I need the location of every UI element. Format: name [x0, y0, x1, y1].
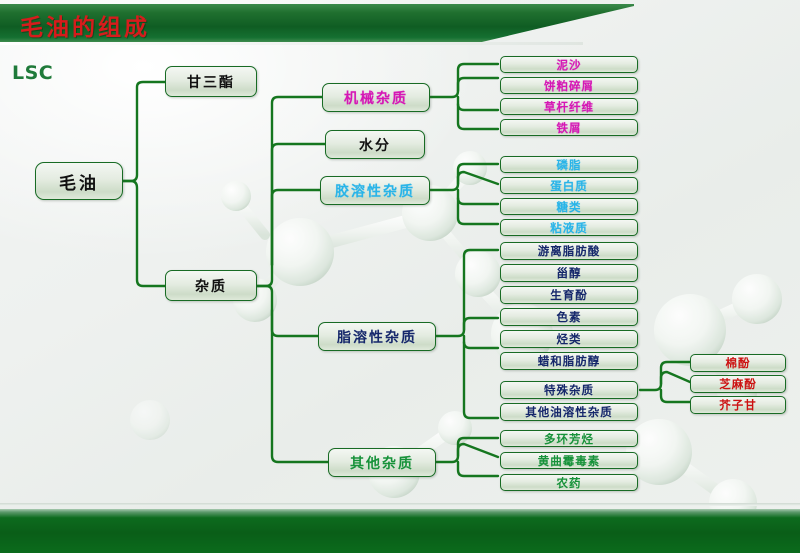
node-label: 游离脂肪酸	[537, 244, 601, 258]
title-band-underline	[0, 42, 583, 45]
leaf-special-0[interactable]: 棉酚	[690, 354, 786, 372]
node-label: 色素	[556, 310, 582, 324]
node-label: 甘三酯	[187, 74, 235, 91]
footer-band	[0, 509, 800, 553]
node-label: 其他杂质	[350, 455, 414, 472]
node-label: 蛋白质	[550, 178, 588, 193]
node-label: 其他油溶性杂质	[525, 405, 613, 419]
node-label: 生育酚	[550, 288, 588, 302]
node-label: 杂质	[195, 278, 227, 295]
node-label: 黄曲霉毒素	[537, 453, 601, 468]
node-label: 糖类	[556, 199, 582, 214]
leaf-liposoluble-3[interactable]: 色素	[500, 308, 638, 326]
leaf-liposoluble-7[interactable]: 其他油溶性杂质	[500, 403, 638, 421]
leaf-mechanical-1[interactable]: 饼粕碎屑	[500, 77, 638, 94]
node-level2-liposoluble-impurity[interactable]: 脂溶性杂质	[318, 322, 436, 351]
leaf-liposoluble-2[interactable]: 生育酚	[500, 286, 638, 304]
leaf-liposoluble-0[interactable]: 游离脂肪酸	[500, 242, 638, 260]
node-label: 甾醇	[556, 266, 582, 280]
node-label: 蜡和脂肪醇	[537, 354, 601, 368]
node-label: 特殊杂质	[544, 383, 594, 397]
leaf-special-2[interactable]: 芥子甘	[690, 396, 786, 414]
node-level2-mechanical-impurity[interactable]: 机械杂质	[322, 83, 430, 112]
leaf-colloidal-0[interactable]: 磷脂	[500, 156, 638, 173]
leaf-special-1[interactable]: 芝麻酚	[690, 375, 786, 393]
node-label: 铁屑	[556, 120, 582, 135]
node-level2-moisture[interactable]: 水分	[325, 130, 425, 159]
node-label: 毛油	[59, 173, 99, 194]
node-root-crude-oil[interactable]: 毛油	[35, 162, 123, 200]
footer-hairline	[0, 503, 800, 506]
node-label: 泥沙	[556, 57, 582, 72]
node-label: 脂溶性杂质	[337, 329, 417, 346]
leaf-other-1[interactable]: 黄曲霉毒素	[500, 452, 638, 469]
node-label: 芝麻酚	[719, 377, 757, 391]
node-label: 棉酚	[725, 356, 751, 370]
leaf-liposoluble-6[interactable]: 特殊杂质	[500, 381, 638, 399]
leaf-mechanical-2[interactable]: 草杆纤维	[500, 98, 638, 115]
leaf-liposoluble-5[interactable]: 蜡和脂肪醇	[500, 352, 638, 370]
node-label: 多环芳烃	[544, 431, 594, 446]
page-title: 毛油的组成	[20, 14, 150, 41]
node-level1-triglyceride[interactable]: 甘三酯	[165, 66, 257, 97]
leaf-liposoluble-4[interactable]: 烃类	[500, 330, 638, 348]
leaf-colloidal-2[interactable]: 糖类	[500, 198, 638, 215]
node-label: 农药	[556, 475, 582, 490]
node-level1-impurity[interactable]: 杂质	[165, 270, 257, 301]
leaf-mechanical-0[interactable]: 泥沙	[500, 56, 638, 73]
slide-canvas: 毛油的组成 LSC 毛油 甘三酯 杂质 机械杂质 水分 胶溶性杂质 脂溶性杂质 …	[0, 0, 800, 553]
node-label: 磷脂	[556, 157, 582, 172]
lsc-logo: LSC	[12, 62, 54, 84]
leaf-mechanical-3[interactable]: 铁屑	[500, 119, 638, 136]
node-label: 烃类	[556, 332, 582, 346]
leaf-liposoluble-1[interactable]: 甾醇	[500, 264, 638, 282]
leaf-colloidal-3[interactable]: 粘液质	[500, 219, 638, 236]
node-level2-colloidal-impurity[interactable]: 胶溶性杂质	[320, 176, 430, 205]
node-label: 胶溶性杂质	[335, 183, 415, 200]
leaf-other-2[interactable]: 农药	[500, 474, 638, 491]
leaf-colloidal-1[interactable]: 蛋白质	[500, 177, 638, 194]
node-label: 芥子甘	[719, 398, 757, 412]
node-label: 饼粕碎屑	[544, 78, 594, 93]
node-label: 粘液质	[550, 220, 588, 235]
node-label: 水分	[359, 137, 391, 154]
node-label: 草杆纤维	[544, 99, 594, 114]
node-level2-other-impurity[interactable]: 其他杂质	[328, 448, 436, 477]
node-label: 机械杂质	[344, 90, 408, 107]
leaf-other-0[interactable]: 多环芳烃	[500, 430, 638, 447]
